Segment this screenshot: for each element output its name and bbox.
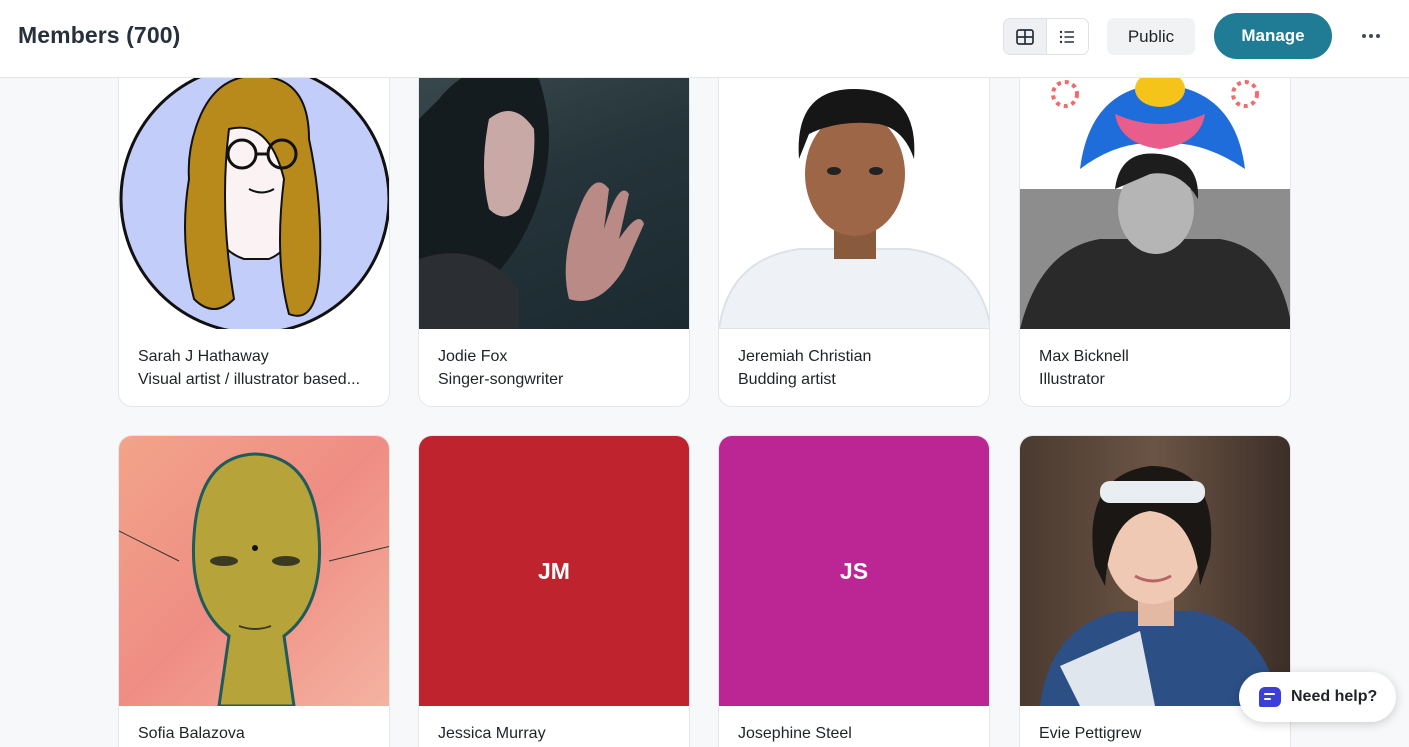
chat-icon — [1259, 687, 1281, 707]
need-help-label: Need help? — [1291, 688, 1378, 705]
public-button[interactable]: Public — [1107, 18, 1195, 55]
more-options-button[interactable] — [1355, 22, 1387, 50]
member-name: Jeremiah Christian — [738, 348, 872, 365]
member-description: Budding artist — [738, 371, 836, 388]
member-description: Illustrator — [1039, 371, 1105, 388]
member-avatar: JM — [419, 436, 689, 706]
member-name: Sarah J Hathaway — [138, 348, 269, 365]
member-card[interactable]: Sarah J Hathaway Visual artist / illustr… — [118, 58, 390, 407]
member-card[interactable]: JS Josephine Steel — [718, 435, 990, 747]
grid-icon — [1015, 28, 1034, 45]
member-avatar — [719, 59, 989, 329]
member-name: Max Bicknell — [1039, 348, 1129, 365]
view-toggle — [1003, 18, 1089, 55]
member-avatar — [1020, 59, 1290, 329]
member-card[interactable]: Sofia Balazova — [118, 435, 390, 747]
member-card[interactable]: Max Bicknell Illustrator — [1019, 58, 1291, 407]
member-avatar — [119, 59, 389, 329]
member-description: Singer-songwriter — [438, 371, 564, 388]
member-avatar: JS — [719, 436, 989, 706]
member-card[interactable]: Jodie Fox Singer-songwriter — [418, 58, 690, 407]
grid-view-button[interactable] — [1004, 19, 1047, 54]
member-card[interactable]: JM Jessica Murray — [418, 435, 690, 747]
list-icon — [1060, 30, 1075, 43]
more-horizontal-icon — [1362, 34, 1380, 38]
member-description: Visual artist / illustrator based... — [138, 371, 361, 388]
member-avatar — [419, 59, 689, 329]
member-name: Jessica Murray — [438, 725, 546, 742]
member-name: Evie Pettigrew — [1039, 725, 1142, 742]
member-avatar — [1020, 436, 1290, 706]
member-avatar — [119, 436, 389, 706]
top-bar: Members (700) Public Manage — [0, 0, 1409, 78]
member-card[interactable]: Jeremiah Christian Budding artist — [718, 58, 990, 407]
member-name: Sofia Balazova — [138, 725, 245, 742]
manage-button[interactable]: Manage — [1214, 13, 1332, 59]
member-name: Josephine Steel — [738, 725, 852, 742]
member-name: Jodie Fox — [438, 348, 508, 365]
need-help-button[interactable]: Need help? — [1239, 672, 1396, 722]
member-initials: JS — [839, 557, 869, 584]
page-title: Members (700) — [18, 22, 181, 48]
member-initials: JM — [538, 557, 570, 584]
list-view-button[interactable] — [1047, 19, 1089, 54]
